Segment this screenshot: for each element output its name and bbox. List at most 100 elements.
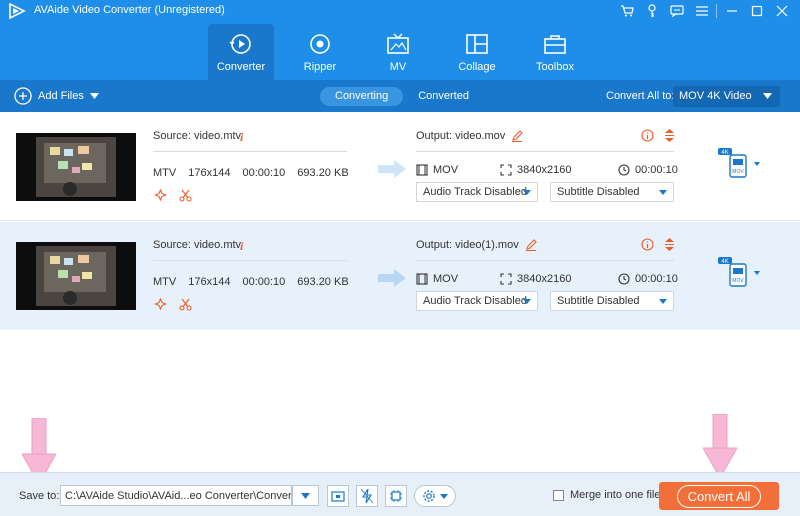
info-icon[interactable]: i (240, 130, 243, 145)
source-meta: MTV 176x144 00:00:10 693.20 KB (153, 167, 349, 179)
subtitle-select[interactable]: Subtitle Disabled (550, 182, 674, 202)
edit-icon[interactable] (511, 130, 524, 142)
add-icon (14, 87, 32, 105)
gpu-acceleration-button[interactable] (385, 485, 407, 507)
video-thumbnail[interactable] (16, 133, 136, 201)
tab-converting[interactable]: Converting (320, 87, 404, 106)
collage-icon (466, 34, 488, 54)
edit-tools (154, 189, 192, 202)
window-controls (616, 2, 792, 20)
output-format-badge[interactable]: 4K MOV (718, 257, 760, 291)
output-filename: Output: video(1).mov (416, 239, 519, 251)
add-files-button[interactable]: Add Files (14, 87, 99, 105)
subtitle-select[interactable]: Subtitle Disabled (550, 291, 674, 311)
tab-label: Collage (458, 61, 496, 73)
tab-label: Ripper (303, 61, 337, 73)
output-actions (641, 129, 675, 142)
title-bar: AVAide Video Converter (Unregistered) (0, 0, 800, 22)
tv-icon (387, 33, 409, 54)
output-resolution-group: 3840x2160 (500, 273, 571, 285)
converter-icon (229, 34, 251, 54)
video-thumbnail[interactable] (16, 242, 136, 310)
chevron-down-icon (763, 93, 772, 99)
info-circle-icon[interactable] (641, 129, 654, 142)
tab-collage[interactable]: Collage (444, 24, 510, 78)
toolbox-icon (544, 35, 566, 54)
tab-mv[interactable]: MV (365, 24, 431, 78)
badge-bottom-text: MOV (732, 169, 744, 175)
open-folder-button[interactable] (327, 485, 349, 507)
chevron-down-icon (301, 493, 310, 499)
save-path-dropdown[interactable] (292, 485, 319, 506)
tab-label: MV (389, 61, 407, 73)
output-resolution: 3840x2160 (517, 273, 572, 285)
output-format-badge[interactable]: 4K MOV (718, 148, 760, 182)
close-icon[interactable] (771, 2, 792, 20)
folder-icon (331, 491, 345, 502)
tab-converter[interactable]: Converter (208, 24, 274, 80)
output-duration: 00:00:10 (635, 164, 678, 176)
tab-label: Toolbox (536, 61, 574, 73)
output-duration: 00:00:10 (635, 273, 678, 285)
info-icon[interactable]: i (240, 239, 243, 254)
info-circle-icon[interactable] (641, 238, 654, 251)
source-format: MTV (153, 167, 177, 179)
divider (153, 151, 347, 152)
toolbar: Add Files Converting Converted Convert A… (0, 80, 800, 112)
badge-top-text: 4K (721, 259, 728, 265)
output-meta: MOV 3840x2160 00:00:10 (416, 273, 678, 289)
scissors-icon[interactable] (179, 298, 192, 311)
window-title: AVAide Video Converter (Unregistered) (34, 4, 225, 16)
output-format: MOV (433, 164, 459, 176)
film-icon (416, 273, 428, 285)
chat-icon[interactable] (666, 2, 687, 20)
chevron-down-icon (523, 190, 531, 195)
audio-track-value: Audio Track Disabled (423, 186, 527, 198)
output-format-group: MOV (416, 273, 458, 285)
edit-tools (154, 298, 192, 311)
source-duration: 00:00:10 (242, 167, 286, 179)
convert-all-button[interactable]: Convert All (659, 482, 779, 510)
divider (416, 260, 674, 261)
enhance-icon[interactable] (154, 298, 167, 311)
save-path-field[interactable]: C:\AVAide Studio\AVAid...eo Converter\Co… (60, 485, 292, 506)
audio-track-select[interactable]: Audio Track Disabled (416, 291, 538, 311)
file-row: Source: video.mtv i MTV 176x144 00:00:10… (0, 222, 800, 330)
key-icon[interactable] (641, 2, 662, 20)
scissors-icon[interactable] (179, 189, 192, 202)
convert-arrow-icon (378, 160, 406, 178)
tab-toolbox[interactable]: Toolbox (522, 24, 588, 78)
source-filename: Source: video.mtv (153, 239, 242, 251)
settings-button[interactable] (414, 485, 456, 507)
resize-icon (500, 273, 512, 285)
reorder-icon[interactable] (664, 129, 675, 142)
merge-checkbox[interactable] (553, 489, 564, 501)
output-duration-group: 00:00:10 (618, 273, 678, 285)
annotation-arrow-right (703, 414, 737, 480)
thumbnail-image (36, 246, 116, 306)
output-format-group: MOV (416, 164, 458, 176)
edit-icon[interactable] (525, 239, 537, 251)
clock-icon (618, 164, 630, 176)
tab-converted[interactable]: Converted (403, 87, 484, 106)
enhance-icon[interactable] (154, 189, 167, 202)
minimize-icon[interactable] (721, 2, 742, 20)
chevron-down-icon (659, 190, 667, 195)
output-meta: MOV 3840x2160 00:00:10 (416, 164, 678, 180)
chevron-down-icon[interactable] (89, 93, 99, 99)
clock-icon (618, 273, 630, 285)
tab-ripper[interactable]: Ripper (287, 24, 353, 78)
maximize-icon[interactable] (746, 2, 767, 20)
app-logo-icon (9, 3, 26, 19)
output-format-select[interactable]: MOV 4K Video (673, 86, 780, 107)
hardware-acceleration-off-button[interactable] (356, 485, 378, 507)
reorder-icon[interactable] (664, 238, 675, 251)
view-toggle: Converting Converted (320, 87, 484, 106)
output-resolution-group: 3840x2160 (500, 164, 571, 176)
chevron-down-icon (523, 299, 531, 304)
audio-track-select[interactable]: Audio Track Disabled (416, 182, 538, 202)
merge-option[interactable]: Merge into one file (553, 489, 661, 501)
cart-icon[interactable] (616, 2, 637, 20)
gear-icon (423, 490, 435, 502)
menu-icon[interactable] (691, 2, 712, 20)
